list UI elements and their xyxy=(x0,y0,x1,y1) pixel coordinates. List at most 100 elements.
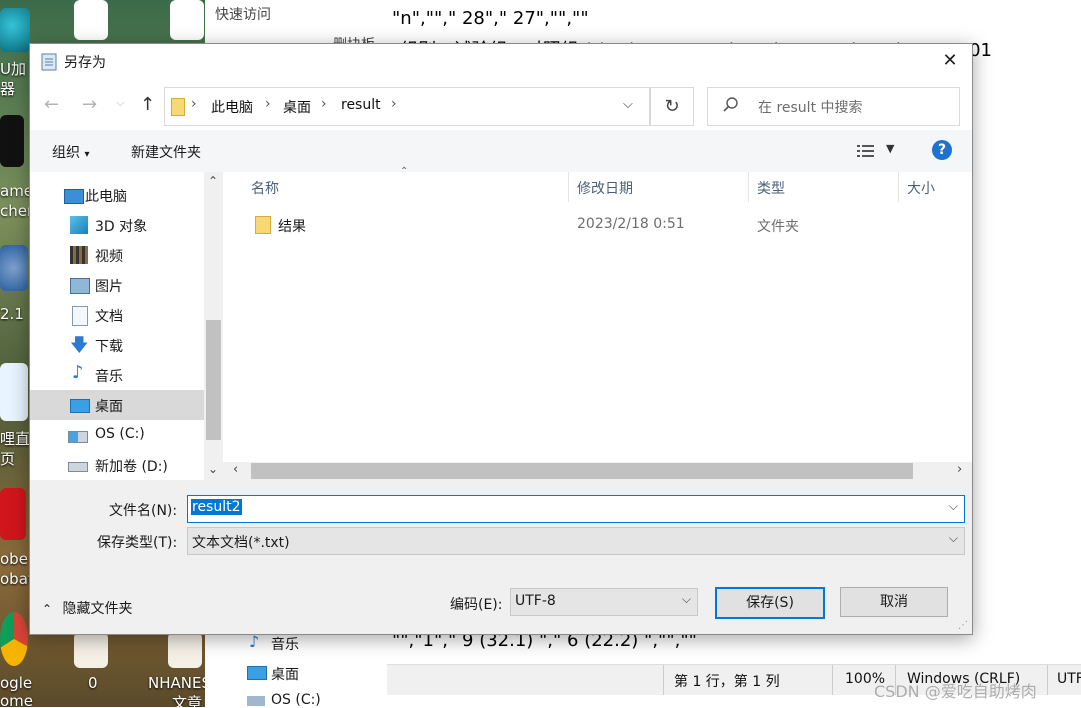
video-icon xyxy=(70,246,88,264)
nav-item-drive-d[interactable]: 新加卷 (D:) xyxy=(30,450,204,480)
save-as-dialog: 另存为 ✕ ← → ⌵ ↑ › 此电脑 › 桌面 › result › ⌵ ↻ … xyxy=(29,43,973,635)
up-arrow-icon[interactable]: ↑ xyxy=(140,94,155,115)
encoding-select[interactable]: UTF-8 ⌵ xyxy=(510,588,698,616)
search-icon xyxy=(722,96,740,114)
nav-item-documents[interactable]: 文档 xyxy=(30,300,204,330)
document-shortcut-icon[interactable] xyxy=(74,632,108,668)
nav-item-label: 此电脑 xyxy=(85,189,127,205)
nav-item-3d-objects[interactable]: 3D 对象 xyxy=(30,210,204,240)
nav-item-pictures[interactable]: 图片 xyxy=(30,270,204,300)
breadcrumb-result[interactable]: result xyxy=(341,97,381,113)
nav-item-desktop[interactable]: 桌面 xyxy=(30,390,204,420)
music-icon: ♪ xyxy=(72,362,84,383)
nav-item-label: 新加卷 (D:) xyxy=(95,459,168,475)
help-icon[interactable]: ? xyxy=(932,140,952,160)
encoding-value: UTF-8 xyxy=(515,593,556,609)
file-pane-horizontal-scrollbar[interactable]: ‹ › xyxy=(229,462,972,480)
bg-nav-item-drive-c[interactable]: OS (C:) xyxy=(271,692,321,708)
nav-item-drive-c[interactable]: OS (C:) xyxy=(30,420,204,450)
recent-locations-chevron-icon[interactable]: ⌵ xyxy=(116,96,124,110)
encoding-label: 编码(E): xyxy=(450,597,503,613)
forward-arrow-icon[interactable]: → xyxy=(82,94,97,115)
table-row[interactable]: 结果 2023/2/18 0:51 文件夹 xyxy=(243,210,963,240)
filename-field[interactable]: result2 ⌵ xyxy=(187,495,965,523)
drive-icon xyxy=(247,696,265,706)
desktop-label: 页 xyxy=(0,450,16,468)
breadcrumb-desktop[interactable]: 桌面 xyxy=(283,97,311,117)
file-modified: 2023/2/18 0:51 xyxy=(577,216,685,232)
nav-item-this-pc[interactable]: 此电脑 xyxy=(30,180,204,210)
search-placeholder: 在 result 中搜索 xyxy=(758,100,863,116)
bg-nav-item-desktop[interactable]: 桌面 xyxy=(271,664,299,684)
watermark: CSDN @爱吃自助烤肉 xyxy=(874,682,1037,701)
close-icon[interactable]: ✕ xyxy=(930,47,970,75)
desktop-icon xyxy=(70,399,90,413)
view-chevron-down-icon[interactable]: ▼ xyxy=(886,142,894,155)
desktop-label: 器 xyxy=(0,80,16,98)
dialog-titlebar[interactable]: 另存为 ✕ xyxy=(30,44,972,78)
r-app-icon[interactable] xyxy=(0,245,28,291)
hide-folders-toggle[interactable]: ⌃ 隐藏文件夹 xyxy=(42,598,133,618)
bilibili-icon[interactable] xyxy=(0,363,28,421)
navigation-bar: ← → ⌵ ↑ › 此电脑 › 桌面 › result › ⌵ ↻ 在 resu… xyxy=(30,78,972,130)
desktop-label: 哩直 xyxy=(0,430,31,448)
nav-item-label: 3D 对象 xyxy=(95,219,148,235)
app-shortcut-icon[interactable] xyxy=(0,8,30,52)
scroll-up-icon[interactable]: ⌃ xyxy=(208,174,218,188)
scrollbar-thumb[interactable] xyxy=(251,463,913,479)
address-dropdown-chevron-icon[interactable]: ⌵ xyxy=(623,97,633,112)
notepad-icon xyxy=(40,53,58,71)
save-type-value: 文本文档(*.txt) xyxy=(192,535,290,551)
filename-label: 文件名(N): xyxy=(109,503,178,519)
sort-up-icon: ⌃ xyxy=(400,166,409,177)
save-type-select[interactable]: 文本文档(*.txt) ⌵ xyxy=(187,527,965,555)
file-type: 文件夹 xyxy=(757,219,799,235)
column-header-type[interactable]: 类型 xyxy=(757,178,785,198)
organize-button[interactable]: 组织 ▾ xyxy=(52,142,89,162)
column-header-size[interactable]: 大小 xyxy=(907,178,935,198)
breadcrumb-separator-icon: › xyxy=(321,96,327,112)
nav-item-label: 音乐 xyxy=(95,369,123,385)
new-folder-button[interactable]: 新建文件夹 xyxy=(131,142,201,162)
chevron-down-icon[interactable]: ⌵ xyxy=(949,499,958,514)
nav-item-label: 视频 xyxy=(95,249,123,265)
nav-item-music[interactable]: ♪ 音乐 xyxy=(30,360,204,390)
acrobat-icon[interactable] xyxy=(0,488,26,540)
refresh-icon[interactable]: ↻ xyxy=(650,87,694,126)
nav-item-downloads[interactable]: 🡇 下载 xyxy=(30,330,204,360)
scrollbar-thumb[interactable] xyxy=(206,320,221,440)
cancel-button[interactable]: 取消 xyxy=(840,587,948,617)
nav-item-label: 文档 xyxy=(95,309,123,325)
column-header-name[interactable]: 名称 xyxy=(251,178,279,198)
breadcrumb-this-pc[interactable]: 此电脑 xyxy=(211,97,253,117)
bg-nav-item-music[interactable]: 音乐 xyxy=(271,634,299,654)
back-arrow-icon[interactable]: ← xyxy=(44,94,59,115)
column-header-modified[interactable]: 修改日期 xyxy=(577,178,633,198)
chevron-down-icon[interactable]: ⌵ xyxy=(682,592,691,607)
address-bar[interactable]: › 此电脑 › 桌面 › result › ⌵ xyxy=(164,87,650,126)
scroll-left-icon[interactable]: ‹ xyxy=(233,462,238,477)
chevron-up-icon: ⌃ xyxy=(42,602,53,616)
epic-games-icon[interactable] xyxy=(0,115,24,167)
chevron-down-icon[interactable]: ⌵ xyxy=(949,531,958,546)
chrome-icon[interactable] xyxy=(0,612,28,666)
nav-item-label: 桌面 xyxy=(95,399,123,415)
scroll-down-icon[interactable]: ⌄ xyxy=(208,462,218,476)
scroll-right-icon[interactable]: › xyxy=(957,462,962,477)
desktop-icon xyxy=(247,666,267,680)
organize-label: 组织 xyxy=(52,145,80,161)
chevron-down-icon: ▾ xyxy=(84,149,90,160)
save-button[interactable]: 保存(S) xyxy=(715,587,825,619)
view-options-icon[interactable] xyxy=(856,143,876,159)
dialog-title: 另存为 xyxy=(64,55,106,71)
desktop-label: U加 xyxy=(0,60,26,78)
search-input[interactable]: 在 result 中搜索 xyxy=(707,87,960,126)
resize-grip-icon[interactable]: ⋰ xyxy=(958,620,968,631)
document-shortcut-icon[interactable] xyxy=(168,632,202,668)
nav-item-videos[interactable]: 视频 xyxy=(30,240,204,270)
nav-pane-scrollbar[interactable]: ⌃ ⌄ xyxy=(204,172,223,480)
document-shortcut-icon[interactable] xyxy=(74,0,108,40)
desktop-label: ome xyxy=(0,692,34,707)
file-name: 结果 xyxy=(278,219,306,235)
document-shortcut-icon[interactable] xyxy=(170,0,204,40)
